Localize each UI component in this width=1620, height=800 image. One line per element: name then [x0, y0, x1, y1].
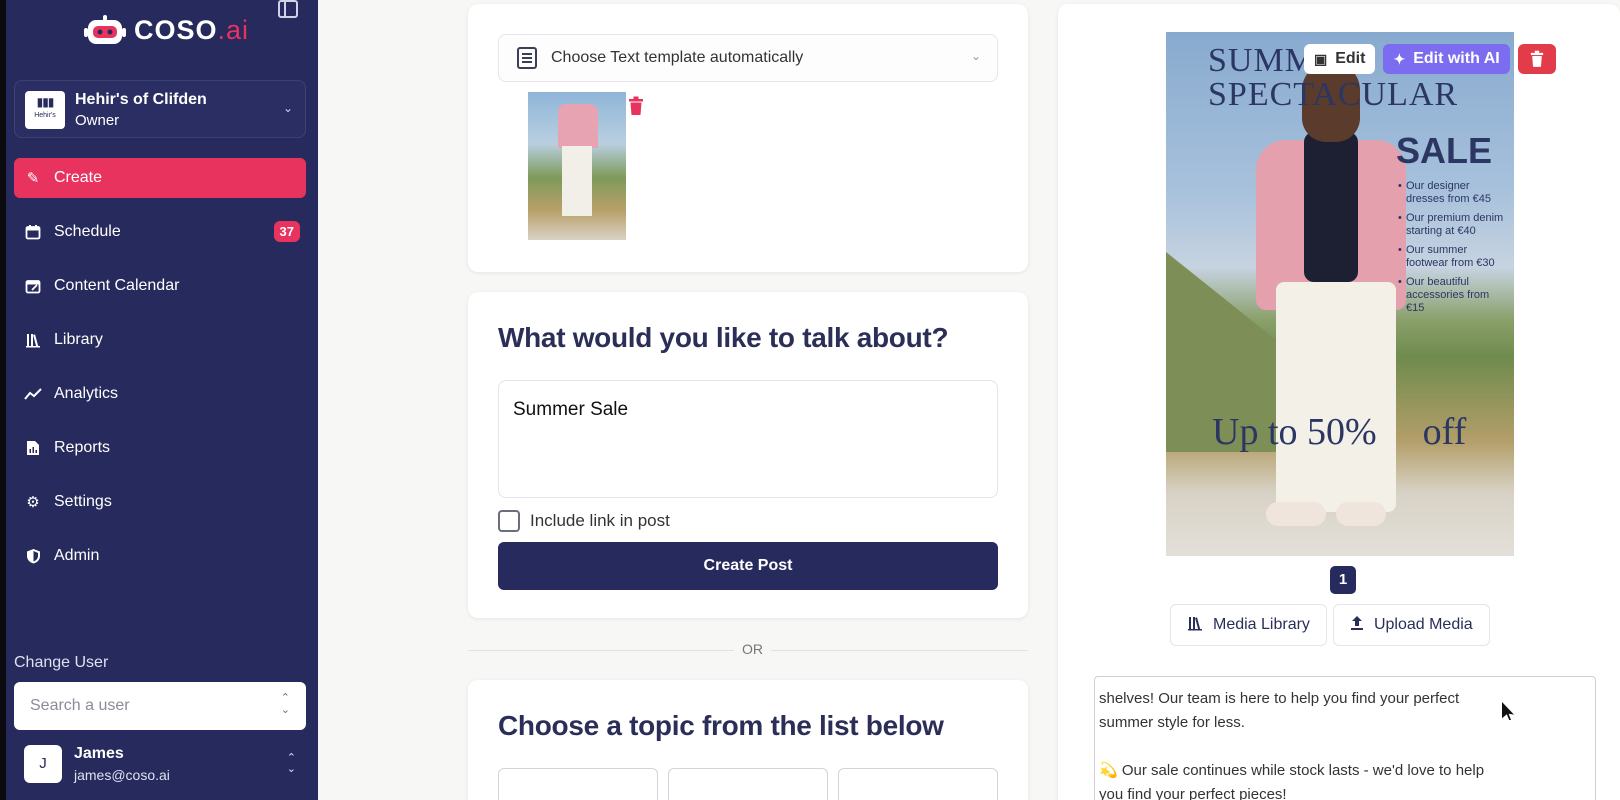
- nav-item-create[interactable]: ✎ Create: [14, 158, 306, 198]
- brand-name: COSO.ai: [134, 14, 250, 45]
- image-toolbar: ▣ Edit ✦ Edit with AI: [1304, 44, 1556, 74]
- nav-label: Analytics: [54, 385, 119, 402]
- topic-option[interactable]: [838, 768, 998, 800]
- trash-icon[interactable]: [628, 96, 644, 116]
- template-select-value: Choose Text template automatically: [551, 49, 804, 66]
- account-role: Owner: [75, 112, 120, 129]
- poster-bullets: Our designer dresses from €45 Our premiu…: [1398, 180, 1510, 321]
- sparkle-icon: ✦: [1393, 50, 1406, 67]
- attached-image-thumbnail[interactable]: [528, 92, 626, 240]
- upload-icon: [1350, 615, 1364, 635]
- user-search-input[interactable]: [14, 682, 244, 730]
- chevron-down-icon: ⌄: [970, 49, 981, 63]
- post-image-preview[interactable]: SUMMS SPECTACULAR SALE Our designer dres…: [1166, 32, 1514, 556]
- nav-item-reports[interactable]: Reports: [14, 428, 306, 468]
- media-library-button[interactable]: Media Library: [1170, 604, 1327, 646]
- user-name: James: [74, 745, 124, 762]
- nav-label: Settings: [54, 493, 112, 510]
- schedule-count-badge: 37: [273, 221, 300, 242]
- poster-offer: Up to 50% off: [1212, 411, 1467, 453]
- trend-line-icon: [24, 385, 42, 403]
- delete-image-button[interactable]: [1517, 44, 1556, 74]
- user-email: james@coso.ai: [74, 767, 170, 783]
- brand-logo[interactable]: COSO.ai: [84, 14, 249, 46]
- nav-label: Admin: [54, 547, 100, 564]
- topic-option[interactable]: [498, 768, 658, 800]
- caption-line: summer style for less.: [1099, 714, 1245, 731]
- avatar: J: [24, 745, 62, 783]
- library-icon: [24, 331, 42, 349]
- upload-media-button[interactable]: Upload Media: [1332, 604, 1490, 646]
- topic-heading: What would you like to talk about?: [498, 322, 949, 353]
- caption-line: 💫 Our sale continues while stock lasts -…: [1099, 762, 1485, 779]
- nav-item-settings[interactable]: ⚙ Settings: [14, 482, 306, 522]
- topic-option[interactable]: [668, 768, 828, 800]
- template-card: Choose Text template automatically ⌄: [468, 4, 1028, 272]
- library-icon: [1187, 615, 1203, 635]
- topic-card: What would you like to talk about? Summe…: [468, 292, 1028, 618]
- create-post-button[interactable]: Create Post: [498, 542, 998, 590]
- user-search: ⌃⌄: [14, 682, 306, 730]
- nav-item-content-calendar[interactable]: Content Calendar: [14, 266, 306, 306]
- current-user[interactable]: J James james@coso.ai ⌃ ⌄: [24, 743, 304, 787]
- app-window: COSO.ai ▮▮▮ Hehir's Hehir's of Clifden Ow…: [6, 0, 1620, 800]
- collapse-sidebar-icon[interactable]: [278, 0, 298, 18]
- image-page-indicator[interactable]: 1: [1330, 566, 1356, 594]
- include-link-checkbox[interactable]: [498, 510, 520, 532]
- pencil-icon: ✎: [26, 170, 40, 187]
- document-icon: [517, 47, 537, 69]
- choose-topic-heading: Choose a topic from the list below: [498, 710, 944, 741]
- up-down-chevron-icon: ⌃ ⌄: [286, 752, 296, 775]
- nav-item-admin[interactable]: Admin: [14, 536, 306, 576]
- change-user-label: Change User: [14, 654, 109, 671]
- topic-input[interactable]: Summer Sale: [498, 380, 998, 498]
- shield-icon: [24, 547, 42, 565]
- caption-line: shelves! Our team is here to help you fi…: [1099, 690, 1460, 707]
- or-label: OR: [734, 641, 771, 657]
- nav-label: Library: [54, 331, 103, 348]
- nav-label: Content Calendar: [54, 277, 180, 294]
- trash-icon: [1530, 50, 1543, 67]
- edit-with-ai-button[interactable]: ✦ Edit with AI: [1383, 44, 1510, 74]
- nav-label: Schedule: [54, 223, 121, 240]
- account-switcher[interactable]: ▮▮▮ Hehir's Hehir's of Clifden Owner ⌄: [14, 80, 306, 138]
- caption-line: [1099, 735, 1591, 759]
- gear-icon: ⚙: [26, 494, 40, 511]
- calendar-icon: [24, 223, 42, 241]
- edit-image-button[interactable]: ▣ Edit: [1304, 44, 1376, 74]
- sidebar: COSO.ai ▮▮▮ Hehir's Hehir's of Clifden Ow…: [6, 0, 318, 800]
- media-buttons: Media Library Upload Media: [1170, 604, 1490, 646]
- calendar-edit-icon: [24, 277, 42, 295]
- image-icon: ▣: [1314, 50, 1328, 67]
- caption-editor[interactable]: shelves! Our team is here to help you fi…: [1094, 676, 1596, 800]
- chevron-down-icon: ⌄: [283, 101, 294, 115]
- nav-item-analytics[interactable]: Analytics: [14, 374, 306, 414]
- nav-label: Create: [54, 169, 103, 186]
- up-down-chevron-icon[interactable]: ⌃ ⌄: [281, 692, 290, 716]
- include-link-label: Include link in post: [530, 511, 670, 530]
- nav-label: Reports: [54, 439, 111, 456]
- nav-item-library[interactable]: Library: [14, 320, 306, 360]
- template-select[interactable]: Choose Text template automatically ⌄: [498, 34, 998, 82]
- preview-card: SUMMS SPECTACULAR SALE Our designer dres…: [1058, 4, 1620, 800]
- choose-topic-card: Choose a topic from the list below: [468, 680, 1028, 800]
- report-icon: [24, 439, 42, 457]
- include-link-option[interactable]: Include link in post: [498, 510, 670, 532]
- nav-item-schedule[interactable]: Schedule 37: [14, 212, 306, 252]
- caption-line: you find your perfect pieces!: [1099, 786, 1287, 800]
- account-logo: ▮▮▮ Hehir's: [25, 91, 65, 129]
- poster-sale: SALE: [1396, 130, 1493, 171]
- main-nav: ✎ Create Schedule 37 Content Calendar Li…: [14, 158, 306, 590]
- robot-logo-icon: [84, 15, 126, 44]
- account-name: Hehir's of Clifden: [75, 91, 207, 108]
